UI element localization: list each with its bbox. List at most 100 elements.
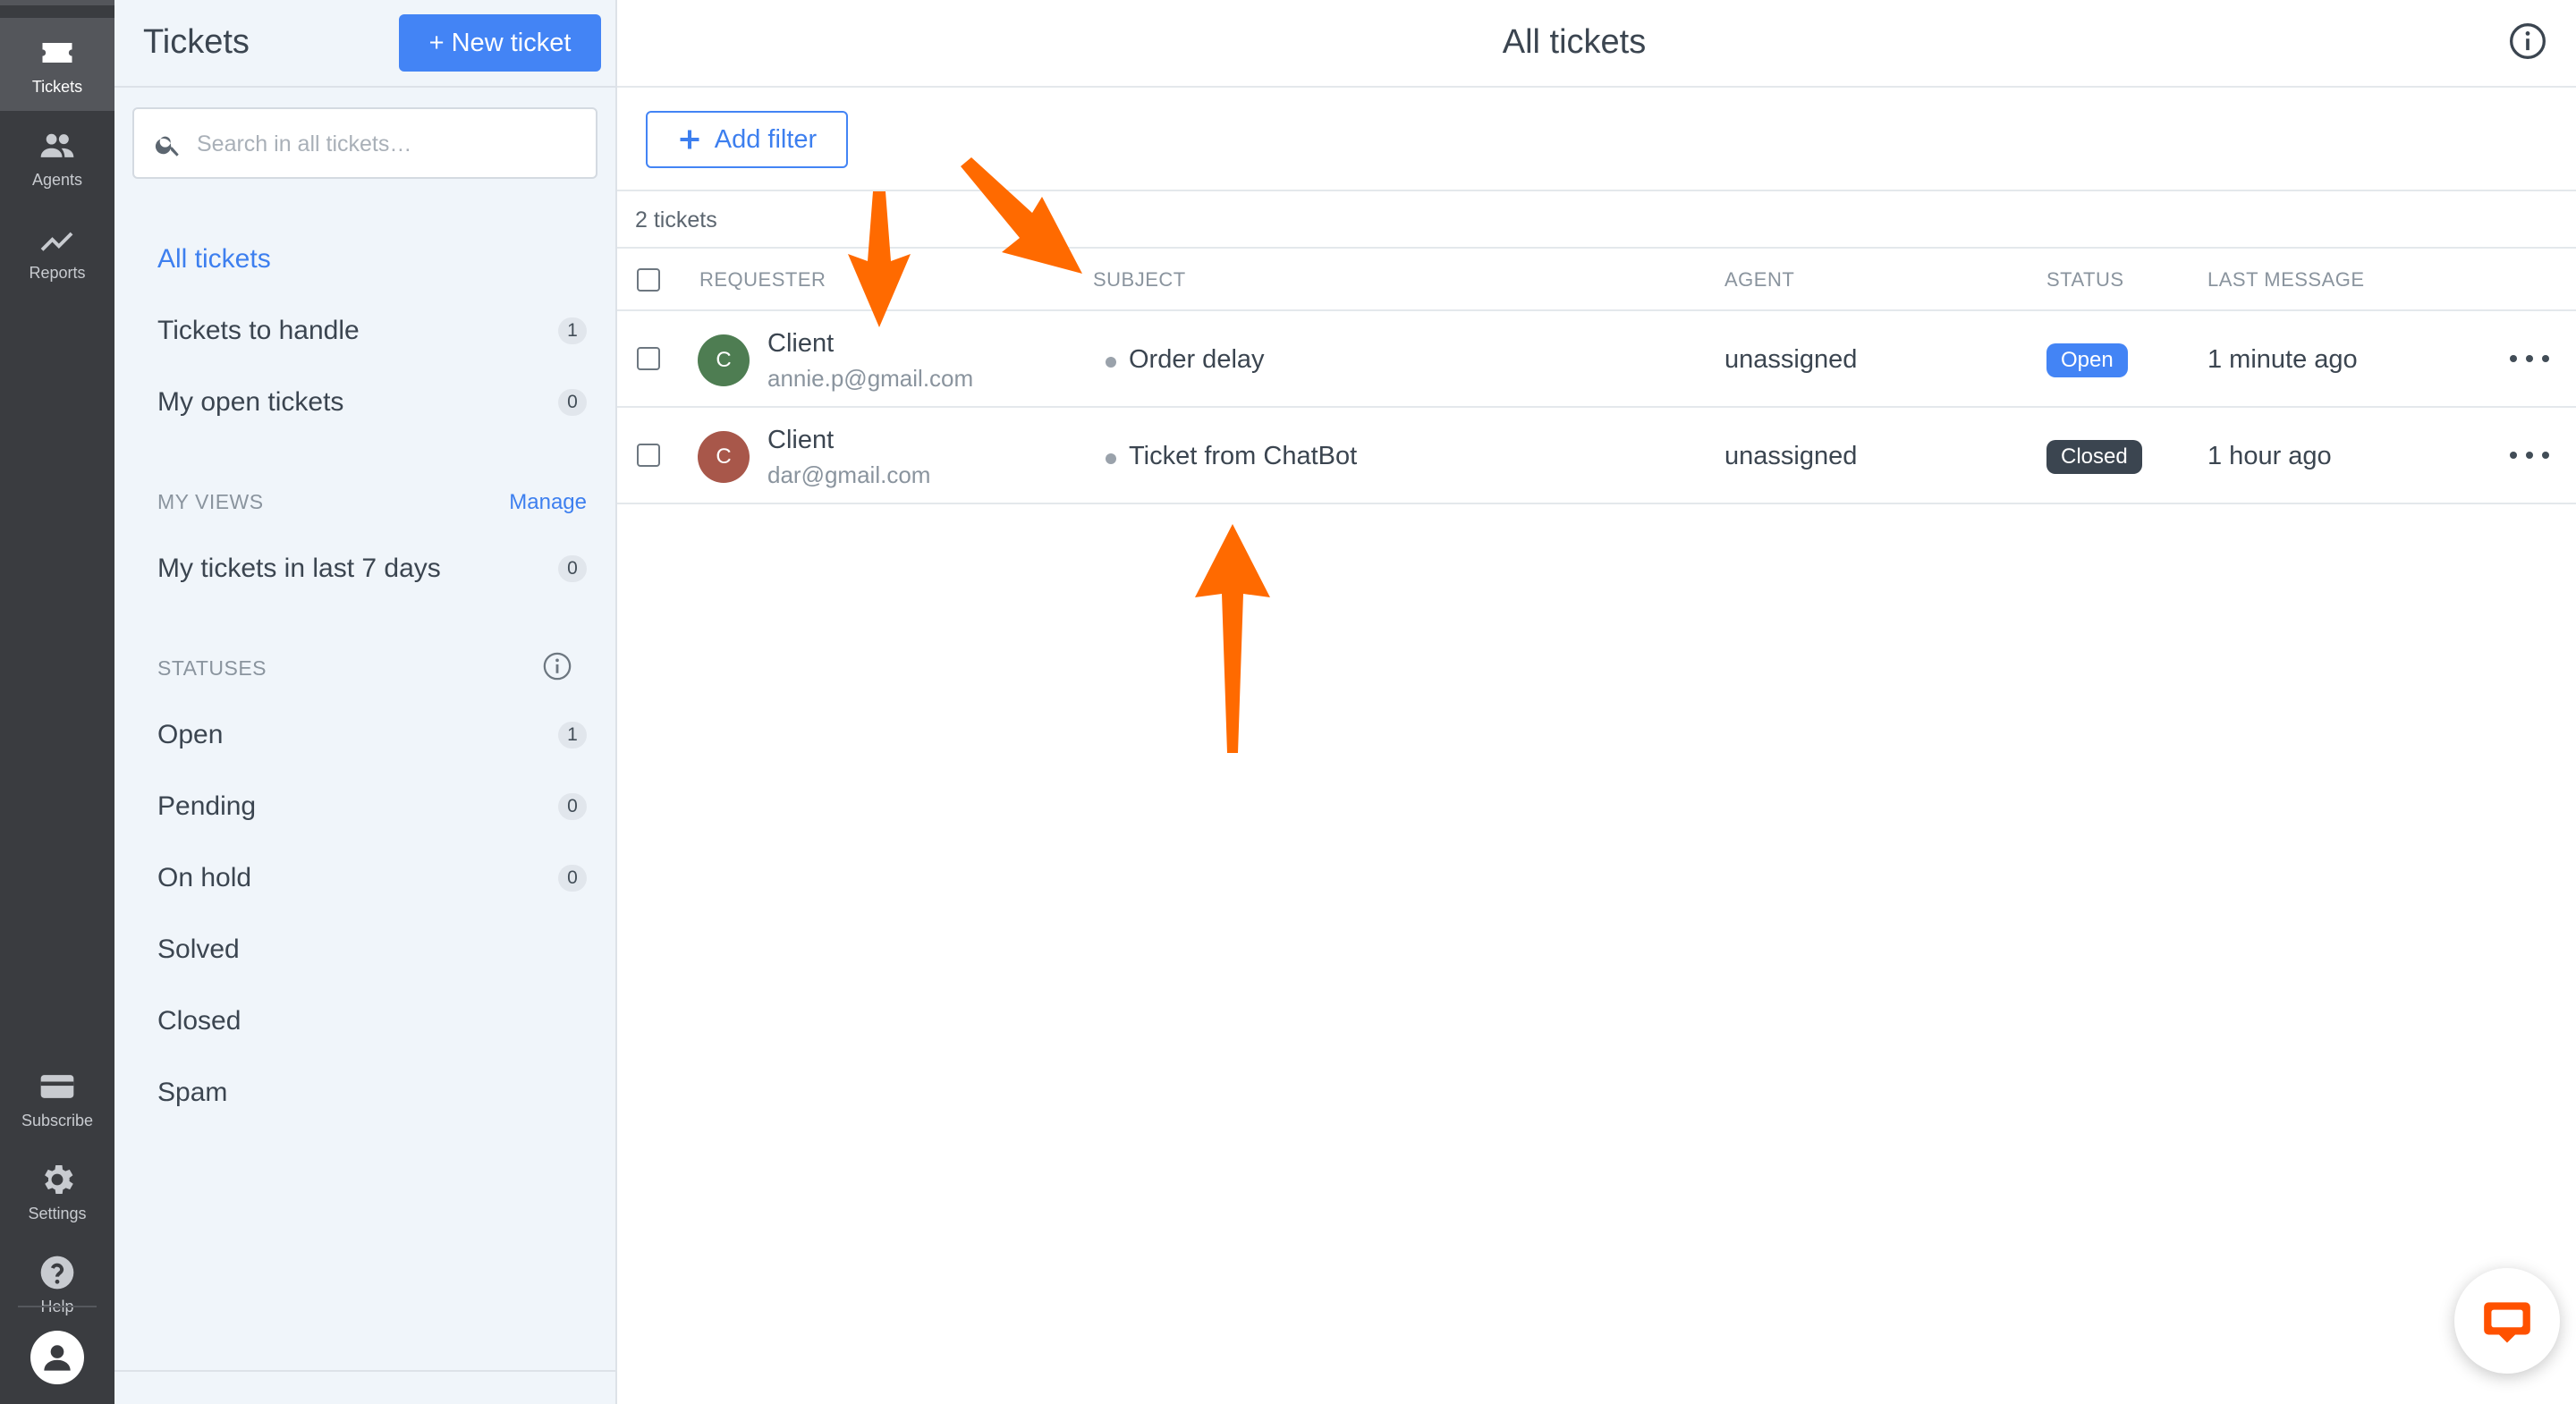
status-spam[interactable]: Spam [157,1068,587,1118]
rail-label: Tickets [31,77,83,96]
search-input[interactable] [197,125,572,163]
ticket-agent: unassigned [1724,442,1858,470]
status-label: On hold [157,863,252,892]
select-all-checkbox[interactable] [637,268,660,292]
count-badge: 1 [558,317,587,344]
add-filter-button[interactable]: Add filter [646,111,848,168]
plus-icon [680,130,699,149]
status-pending[interactable]: Pending 0 [157,782,587,832]
status-solved[interactable]: Solved [157,925,587,975]
sidebar-header: Tickets + New ticket [114,0,615,88]
rail-label: Subscribe [21,1111,94,1129]
table-row[interactable]: C Client annie.p@gmail.com Order delay u… [617,311,2576,408]
main-header: All tickets [617,0,2576,88]
sidebar-divider [114,1370,615,1372]
table-header: REQUESTER SUBJECT AGENT STATUS LAST MESS… [617,247,2576,311]
rail-item-help[interactable]: Help [0,1238,114,1331]
status-on-hold[interactable]: On hold 0 [157,853,587,903]
column-subject[interactable]: SUBJECT [1093,268,1186,292]
column-agent[interactable]: AGENT [1724,268,1794,292]
subscribe-icon [40,1074,74,1098]
status-badge: Open [2046,343,2128,377]
row-checkbox[interactable] [637,444,660,467]
rail-item-settings[interactable]: Settings [0,1145,114,1238]
ticket-count: 2 tickets [635,207,717,233]
tickets-sidebar: Tickets + New ticket All tickets Tickets… [114,0,617,1404]
requester-name: Client [767,329,835,358]
rail-item-subscribe[interactable]: Subscribe [0,1052,114,1145]
row-checkbox[interactable] [637,347,660,370]
user-avatar[interactable] [30,1331,84,1384]
status-label: Solved [157,935,240,964]
ticket-list-panel: All tickets Add filter 2 tickets REQUEST… [617,0,2576,1404]
nav-label: My open tickets [157,387,344,417]
nav-view-last-7-days[interactable]: My tickets in last 7 days 0 [157,544,587,594]
reports-icon [40,232,73,251]
ticket-subject[interactable]: Ticket from ChatBot [1129,442,1357,471]
count-badge: 0 [558,793,587,820]
nav-my-open-tickets[interactable]: My open tickets 0 [157,377,587,427]
ticket-subject[interactable]: Order delay [1129,345,1265,375]
sidebar-title: Tickets [143,23,250,61]
search-field[interactable] [132,107,597,179]
my-views-heading: MY VIEWS [157,490,264,513]
rail-item-tickets[interactable]: Tickets [0,18,114,111]
page-title: All tickets [1502,23,1647,61]
nav-label: My tickets in last 7 days [157,554,441,583]
chat-bubble-icon [2484,1302,2530,1343]
count-badge: 1 [558,722,587,749]
help-icon [40,1256,74,1289]
requester-name: Client [767,426,835,454]
rail-label: Settings [28,1204,87,1222]
count-badge: 0 [558,389,587,416]
manage-views-link[interactable]: Manage [509,490,587,515]
last-message-time: 1 hour ago [2207,442,2332,470]
info-icon[interactable] [2508,21,2547,61]
nav-all-tickets[interactable]: All tickets [157,234,587,284]
nav-tickets-to-handle[interactable]: Tickets to handle 1 [157,306,587,356]
filter-toolbar: Add filter [617,88,2576,191]
status-badge: Closed [2046,440,2142,474]
requester-email: dar@gmail.com [767,461,931,488]
rail-item-agents[interactable]: Agents [0,111,114,204]
agents-icon [40,133,74,157]
statuses-heading: STATUSES [157,656,267,680]
search-icon [155,136,179,156]
column-last-message[interactable]: LAST MESSAGE [2207,268,2365,292]
add-filter-label: Add filter [714,124,818,154]
info-icon[interactable] [542,651,572,681]
status-open[interactable]: Open 1 [157,710,587,760]
requester-avatar: C [698,431,750,483]
table-row[interactable]: C Client dar@gmail.com Ticket from ChatB… [617,408,2576,504]
nav-label: Tickets to handle [157,316,360,345]
new-ticket-button[interactable]: + New ticket [399,14,601,72]
column-requester[interactable]: REQUESTER [699,268,826,292]
column-status[interactable]: STATUS [2046,268,2124,292]
status-label: Closed [157,1006,242,1036]
status-label: Spam [157,1078,228,1107]
chat-widget-button[interactable] [2454,1268,2560,1374]
last-message-time: 1 minute ago [2207,345,2358,374]
unread-dot [1106,453,1116,464]
ticket-agent: unassigned [1724,345,1858,374]
requester-avatar: C [698,334,750,386]
rail-label: Agents [31,170,83,189]
more-options-icon[interactable] [2510,345,2549,372]
nav-label: All tickets [157,244,271,274]
status-closed[interactable]: Closed [157,996,587,1046]
status-label: Open [157,720,224,749]
more-options-icon[interactable] [2510,442,2549,469]
gear-icon [45,1164,73,1194]
user-icon [44,1345,71,1371]
count-badge: 0 [558,555,587,582]
rail-item-reports[interactable]: Reports [0,204,114,297]
unread-dot [1106,357,1116,368]
count-badge: 0 [558,865,587,892]
status-label: Pending [157,791,257,821]
ticket-icon [42,42,72,63]
rail-top-item[interactable] [0,0,114,5]
app-rail: Tickets Agents Reports Subscribe Setting… [0,0,114,1404]
requester-email: annie.p@gmail.com [767,365,974,392]
rail-divider [18,1306,97,1307]
rail-label: Reports [29,263,86,282]
